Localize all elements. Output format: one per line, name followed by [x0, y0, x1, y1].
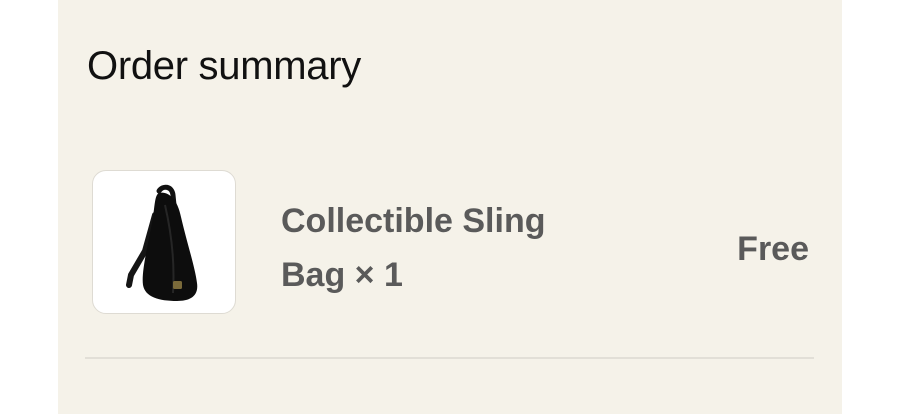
line-item-name: Collectible Sling Bag × 1	[281, 202, 546, 294]
divider	[85, 357, 814, 359]
product-thumbnail	[92, 170, 236, 314]
sling-bag-icon	[126, 184, 198, 301]
order-summary-title: Order summary	[87, 44, 361, 88]
order-summary-panel: Order summary Collectible Sling Bag × 1 …	[58, 0, 842, 414]
line-item-price: Free	[737, 230, 809, 268]
